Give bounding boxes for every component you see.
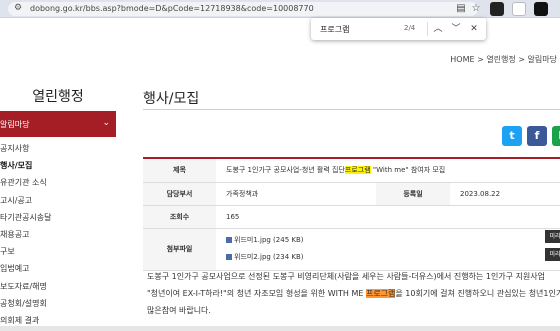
- post-title-suffix: "With me" 참여자 모집: [370, 166, 446, 175]
- horizontal-scrollbar[interactable]: [0, 326, 560, 331]
- bookmark-star-icon[interactable]: ☆: [470, 3, 482, 15]
- sidebar-item-legislation[interactable]: 입법예고: [0, 260, 116, 277]
- views-value: 165: [216, 205, 560, 229]
- body-text-segment: 을 10회기에 걸쳐 진행하오니 관심있는 청년1인가: [395, 289, 560, 298]
- sidebar-item-recruitment[interactable]: 채용공고: [0, 226, 116, 243]
- title-divider: [143, 109, 560, 110]
- extension-puzzle-icon[interactable]: [512, 2, 526, 16]
- attachment-name[interactable]: 위드미2.jpg (234 KB): [234, 253, 304, 261]
- post-title-highlight: 프로그램: [344, 166, 371, 175]
- views-label: 조회수: [143, 205, 216, 229]
- find-close-icon[interactable]: ✕: [467, 22, 481, 36]
- sidebar-list: 공지사항 행사/모집 유관기관 소식 고시/공고 타기관공시송달 채용공고 구보…: [0, 140, 116, 329]
- attachment-item[interactable]: 위드미1.jpg (245 KB): [226, 232, 560, 249]
- site-info-icon[interactable]: ⚙: [14, 3, 22, 13]
- find-divider: [427, 22, 428, 36]
- page-find-icon[interactable]: ▤: [455, 3, 467, 15]
- find-prev-icon[interactable]: ︿: [431, 22, 445, 36]
- dept-label: 담당부서: [143, 182, 216, 206]
- body-line: 도봉구 1인가구 공모사업으로 선정된 도봉구 비영리단체(사람을 세우는 사람…: [147, 272, 546, 281]
- post-body: 도봉구 1인가구 공모사업으로 선정된 도봉구 비영리단체(사람을 세우는 사람…: [147, 268, 560, 319]
- find-match-count: 2/4: [404, 24, 416, 32]
- post-info-table: 제목 도봉구 1인가구 공모사업-청년 활력 집단프로그램 "With me" …: [143, 159, 560, 271]
- preview-button[interactable]: 미리: [545, 230, 560, 243]
- image-file-icon: [226, 237, 232, 243]
- date-value: 2023.08.22: [450, 182, 560, 206]
- body-highlight: 프로그램: [365, 289, 396, 298]
- sidebar-item-gazette[interactable]: 구보: [0, 243, 116, 260]
- breadcrumb[interactable]: HOME > 열린행정 > 알림마당: [450, 54, 557, 65]
- extension-icon[interactable]: [490, 2, 504, 16]
- attachment-name[interactable]: 위드미1.jpg (245 KB): [234, 236, 304, 244]
- attachment-list: 위드미1.jpg (245 KB) 위드미2.jpg (234 KB): [216, 228, 560, 271]
- page-title: 행사/모집: [143, 91, 200, 107]
- sidebar-title: 열린행정: [32, 89, 84, 105]
- address-url[interactable]: dobong.go.kr/bbs.asp?bmode=D&pCode=12718…: [30, 4, 314, 13]
- body-line: 많은참여 바랍니다.: [147, 306, 211, 315]
- sidebar-item-service-notice[interactable]: 타기관공시송달: [0, 209, 116, 226]
- twitter-share-icon[interactable]: t: [502, 126, 522, 146]
- chevron-down-icon[interactable]: ⌄: [102, 118, 110, 128]
- sidebar-item-hearings[interactable]: 공청회/설명회: [0, 295, 116, 312]
- body-line: "청년이여 EX-I-T하라!"의 청년 자조모임 형성을 위한 WITH ME…: [147, 285, 560, 302]
- image-file-icon: [226, 254, 232, 260]
- title-label: 제목: [143, 159, 216, 183]
- profile-icon[interactable]: [534, 2, 548, 16]
- body-text-segment: "청년이여 EX-I-T하라!"의 청년 자조모임 형성을 위한 WITH ME: [147, 289, 366, 298]
- sidebar-item-press[interactable]: 보도자료/해명: [0, 278, 116, 295]
- post-title: 도봉구 1인가구 공모사업-청년 활력 집단프로그램 "With me" 참여자…: [216, 159, 560, 183]
- sidebar-item-notice[interactable]: 공지사항: [0, 140, 116, 157]
- browser-toolbar: ⚙ dobong.go.kr/bbs.asp?bmode=D&pCode=127…: [0, 0, 560, 18]
- find-input[interactable]: 프로그램: [320, 24, 349, 35]
- files-label: 첨부파일: [143, 228, 216, 271]
- kakao-share-icon[interactable]: k: [552, 126, 560, 146]
- sidebar-item-related-news[interactable]: 유관기관 소식: [0, 174, 116, 191]
- dept-value: 가족정책과: [216, 182, 376, 206]
- post-title-text: 도봉구 1인가구 공모사업-청년 활력 집단: [226, 166, 345, 175]
- sidebar-item-announcements[interactable]: 고시/공고: [0, 192, 116, 209]
- attachment-item[interactable]: 위드미2.jpg (234 KB): [226, 249, 560, 266]
- find-next-icon[interactable]: ﹀: [449, 22, 463, 36]
- find-bar: 프로그램 2/4 ︿ ﹀ ✕: [311, 18, 486, 40]
- address-bar[interactable]: ⚙ dobong.go.kr/bbs.asp?bmode=D&pCode=127…: [8, 2, 478, 16]
- sidebar-menu-head-label: 알림마당: [0, 120, 30, 129]
- sidebar-item-events[interactable]: 행사/모집: [0, 157, 116, 174]
- date-label: 등록일: [376, 182, 450, 206]
- preview-button[interactable]: 미리: [545, 248, 560, 261]
- facebook-share-icon[interactable]: f: [527, 126, 547, 146]
- sidebar-menu-head[interactable]: 알림마당 ⌄: [0, 111, 116, 137]
